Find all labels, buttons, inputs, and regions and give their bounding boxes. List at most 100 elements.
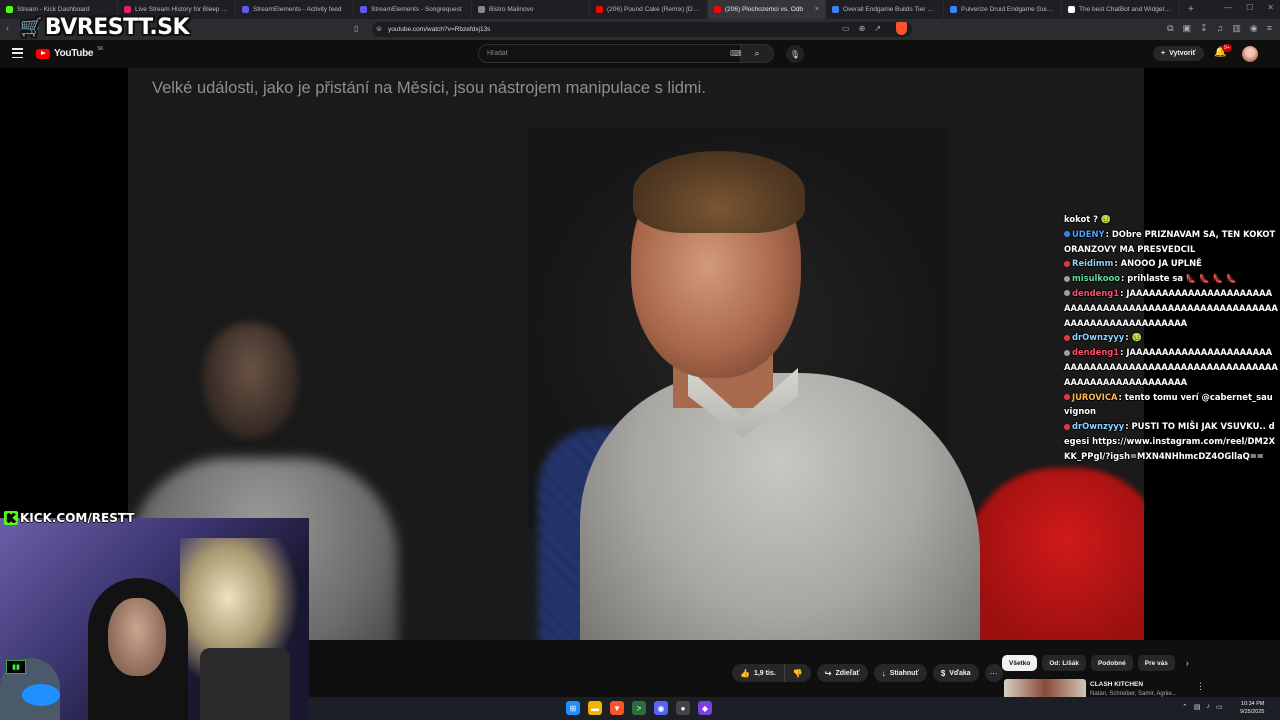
keyboard-icon[interactable]: ⌨ (730, 49, 742, 58)
minimize-icon[interactable]: — (1224, 3, 1232, 12)
network-icon[interactable]: ▤ (1194, 703, 1201, 711)
filter-chip[interactable]: Pre vás (1137, 655, 1175, 671)
guide-menu-icon[interactable] (12, 48, 23, 58)
tab-title: Stream - Kick Dashboard (17, 6, 90, 13)
search-icon: ⌕ (754, 48, 760, 58)
tab-title: (206) Plochozemci vs. Odb (725, 6, 804, 13)
sidebar-icon[interactable]: ▥ (1232, 23, 1241, 34)
voice-search-button[interactable]: 🎙 (786, 45, 804, 63)
chat-message: Reidimm: ANOOO JA UPLNĚ (1064, 256, 1278, 271)
tab-favicon-icon (124, 6, 131, 13)
chat-badge-icon (1064, 349, 1070, 356)
thanks-label: Vďaka (949, 669, 971, 677)
cast-icon[interactable]: ▭ (842, 24, 850, 33)
recommended-menu-icon[interactable]: ⋮ (1196, 681, 1205, 692)
browser-tab[interactable]: (206) Pound Cake (Remix) [Drake (590, 0, 708, 19)
zoom-icon[interactable]: ⊕ (859, 24, 866, 33)
filter-chip[interactable]: Podobné (1090, 655, 1133, 671)
search-input[interactable] (478, 44, 742, 63)
file-explorer-icon[interactable]: ▬ (588, 701, 602, 715)
dislike-button[interactable]: 👎 (784, 664, 811, 682)
new-tab-button[interactable]: + (1180, 4, 1202, 15)
chips-next-icon[interactable]: › (1186, 658, 1189, 668)
discord-icon[interactable]: ◉ (654, 701, 668, 715)
brave-browser-icon[interactable]: ▼ (610, 701, 624, 715)
chat-username: dendeng1 (1072, 347, 1120, 358)
profile-icon[interactable]: ◉ (1250, 23, 1258, 34)
downloads-icon[interactable]: ↧ (1200, 23, 1208, 34)
extensions-icon[interactable]: ⧉ (1167, 23, 1173, 34)
browser-tab[interactable]: The best ChatBot and Widgets fo (1062, 0, 1180, 19)
menu-icon[interactable]: ≡ (1267, 23, 1272, 34)
video-person-red-shirt (966, 468, 1144, 640)
brand-logo-text: BVRESTT.SK (44, 14, 190, 40)
chat-badge-icon (1064, 394, 1070, 401)
more-icon: ⋯ (989, 668, 998, 678)
maximize-icon[interactable]: ☐ (1246, 3, 1253, 12)
filter-chip[interactable]: Od: Lišák (1042, 655, 1086, 671)
site-info-icon[interactable]: ⊜ (376, 25, 382, 33)
chat-badge-icon (1064, 290, 1070, 297)
close-tab-icon[interactable]: × (815, 6, 819, 13)
media-icon[interactable]: ♫ (1217, 23, 1224, 34)
tray-chevron-icon[interactable]: ⌃ (1182, 703, 1188, 711)
volume-icon[interactable]: ♪ (1207, 703, 1211, 711)
address-actions: ▭ ⊕ ↗ (842, 24, 881, 33)
recommendation-chips: Všetko Od: Lišák Podobné Pre vás › (1002, 655, 1189, 671)
chat-message: JUROVICA: tento tomu verí @cabernet_sauv… (1064, 391, 1273, 417)
share-button[interactable]: ↪ Zdieľať (816, 664, 868, 682)
plus-icon: + (1161, 50, 1166, 57)
create-label: Vytvoriť (1169, 50, 1196, 57)
youtube-logo-text: YouTube (54, 48, 94, 59)
thanks-button[interactable]: $ Vďaka (932, 664, 979, 682)
chat-message: UDENY: DObre PRIZNAVAM SA, TEN KOKOT ORA… (1064, 228, 1276, 254)
windows-start-icon[interactable]: ⊞ (566, 701, 580, 715)
chat-message: dendeng1: JAAAAAAAAAAAAAAAAAAAAAAAAAAAAA… (1064, 347, 1278, 387)
share-page-icon[interactable]: ↗ (874, 24, 881, 33)
video-subtitle: Velké události, jako je přistání na Měsí… (152, 79, 706, 97)
tab-favicon-icon (596, 6, 603, 13)
chat-message: dendeng1: JAAAAAAAAAAAAAAAAAAAAAAAAAAAAA… (1064, 287, 1278, 328)
browser-tab[interactable]: StreamElements - Songrequest (354, 0, 472, 19)
close-window-icon[interactable]: ✕ (1267, 3, 1274, 12)
bookmark-icon[interactable]: ▯ (354, 24, 358, 33)
back-icon[interactable]: ‹ (6, 23, 9, 34)
filter-chip[interactable]: Všetko (1002, 655, 1038, 671)
tab-favicon-icon (1068, 6, 1075, 13)
more-actions-button[interactable]: ⋯ (984, 664, 1003, 682)
terminal-icon[interactable]: > (632, 701, 646, 715)
obs-icon[interactable]: ● (676, 701, 690, 715)
webcam-mascot-hand (22, 684, 60, 706)
tab-favicon-icon (478, 6, 485, 13)
thumbs-up-icon: 👍 (740, 668, 750, 678)
battery-icon[interactable]: ▭ (1216, 703, 1223, 711)
mic-icon: 🎙 (789, 49, 801, 59)
avatar[interactable] (1242, 46, 1258, 62)
recommended-title[interactable]: CLASH KITCHEN (1090, 681, 1143, 688)
chat-username: drOwnzyyy (1072, 421, 1125, 432)
browser-tab[interactable]: Pulverize Druid Endgame Guide D (944, 0, 1062, 19)
chat-text: prihlaste sa 👠 👠 👠 👠 (1127, 273, 1237, 284)
browser-tab[interactable]: Bistro Malinovo (472, 0, 590, 19)
tab-title: Overall Endgame Builds Tier List (843, 6, 937, 13)
clock[interactable]: 10:34 PM 9/25/2025 (1240, 700, 1264, 716)
browser-tab[interactable]: Overall Endgame Builds Tier List (826, 0, 944, 19)
create-button[interactable]: + Vytvoriť (1153, 46, 1204, 61)
browser-tab[interactable]: (206) Plochozemci vs. Odb × (708, 0, 826, 19)
like-button[interactable]: 👍 1,9 tis. (732, 664, 784, 682)
download-button[interactable]: ↓ Stiahnuť (873, 664, 927, 682)
wallet-icon[interactable]: ▣ (1183, 23, 1192, 34)
url-field[interactable]: ⊜ youtube.com/watch?v=Rbzefdxj13s (372, 22, 912, 37)
webcam-overlay: ▮▮ (0, 518, 309, 720)
download-icon: ↓ (881, 668, 886, 678)
app-icon[interactable]: ◆ (698, 701, 712, 715)
youtube-logo[interactable]: YouTube SK (36, 46, 104, 59)
brave-shield-icon[interactable] (896, 22, 907, 35)
extension-icons: ⧉ ▣ ↧ ♫ ▥ ◉ ≡ (1167, 23, 1272, 34)
system-tray: ⌃ ▤ ♪ ▭ (1182, 703, 1223, 711)
youtube-play-icon (36, 48, 50, 59)
browser-tab[interactable]: StreamElements - Activity feed (236, 0, 354, 19)
search-button[interactable]: ⌕ (741, 44, 774, 63)
thumbs-down-icon: 👎 (792, 668, 803, 678)
tab-title: Live Stream History for Bleep Sharni (135, 6, 229, 13)
